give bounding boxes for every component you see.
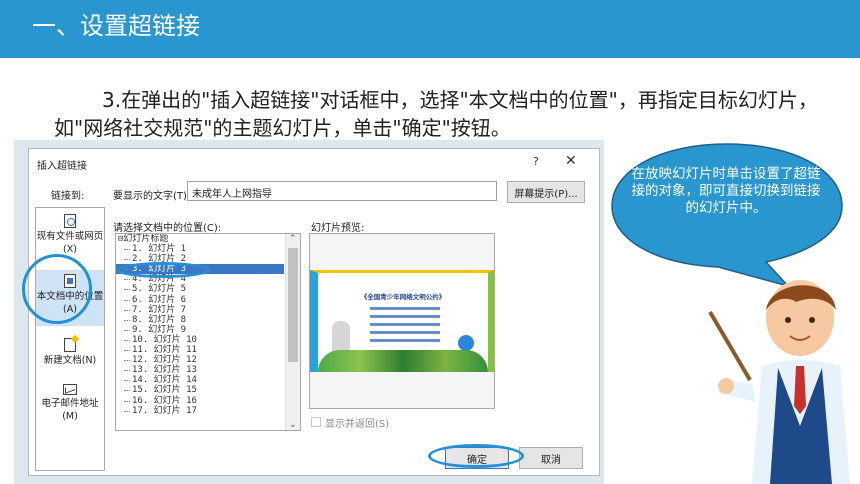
nav-item-label: 现有文件或网页(X) xyxy=(36,231,104,255)
highlight-ring-ok-button xyxy=(428,444,524,468)
scroll-down-icon[interactable]: ⌄ xyxy=(289,420,297,430)
tree-item-slide[interactable]: 9. 幻灯片 9 xyxy=(116,325,284,335)
instruction-text: 3.在弹出的"插入超链接"对话框中，选择"本文档中的位置"，再指定目标幻灯片，如… xyxy=(54,88,818,140)
new-document-icon xyxy=(64,338,76,352)
dialog-title: 插入超链接 xyxy=(37,161,87,172)
tree-scrollbar[interactable]: ⌃ ⌄ xyxy=(285,234,300,430)
scroll-up-icon[interactable]: ⌃ xyxy=(289,234,297,244)
nav-item-label: 电子邮件地址(M) xyxy=(41,398,99,422)
show-and-return-label: 显示并返回(S) xyxy=(325,419,390,430)
highlight-ring-slide-3 xyxy=(116,262,210,278)
tree-item-slide[interactable]: 1. 幻灯片 1 xyxy=(116,244,284,254)
screen-tip-button[interactable]: 屏幕提示(P)... xyxy=(507,181,585,203)
nav-item-email[interactable]: 电子邮件地址(M) xyxy=(36,384,104,423)
tree-item-slide[interactable]: 17. 幻灯片 17 xyxy=(116,406,284,416)
tree-item-slide[interactable]: 11. 幻灯片 11 xyxy=(116,345,284,355)
thumbnail-title: 《全国青少年网络文明公约》 xyxy=(360,293,446,301)
nav-item-existing-file[interactable]: 现有文件或网页(X) xyxy=(36,214,104,256)
thumbnail-trees xyxy=(318,350,488,372)
show-and-return-checkbox[interactable] xyxy=(311,417,321,427)
tree-item-slide[interactable]: 10. 幻灯片 10 xyxy=(116,335,284,345)
slide-thumbnail: 《全国青少年网络文明公约》 xyxy=(310,270,494,372)
text-to-display-label: 要显示的文字(T): xyxy=(113,191,191,202)
place-in-document-label: 请选择文档中的位置(C): xyxy=(113,223,222,234)
tree-item-slide[interactable]: 12. 幻灯片 12 xyxy=(116,355,284,365)
help-icon[interactable]: ? xyxy=(533,155,539,168)
thumbnail-text-lines xyxy=(370,307,440,347)
slide-header: 一、设置超链接 xyxy=(0,0,860,58)
close-icon[interactable]: ✕ xyxy=(565,153,577,169)
tree-root-slide-titles[interactable]: ⊟幻灯片标题 xyxy=(116,234,284,244)
teacher-illustration xyxy=(708,280,850,484)
tree-item-slide[interactable]: 16. 幻灯片 16 xyxy=(116,396,284,406)
insert-hyperlink-dialog: 插入超链接 ? ✕ 链接到: 要显示的文字(T): 未成年人上网指导 屏幕提示(… xyxy=(28,148,600,476)
link-to-label: 链接到: xyxy=(51,191,85,202)
link-to-nav: 现有文件或网页(X) 本文档中的位置(A) 新建文档(N) 电子邮件地址(M) xyxy=(35,207,105,471)
nav-item-label: 新建文档(N) xyxy=(43,355,97,366)
tree-item-slide[interactable]: 15. 幻灯片 15 xyxy=(116,385,284,395)
tree-item-slide[interactable]: 13. 幻灯片 13 xyxy=(116,365,284,375)
scroll-thumb[interactable] xyxy=(288,248,298,362)
tree-item-slide[interactable]: 14. 幻灯片 14 xyxy=(116,375,284,385)
slide-preview-label: 幻灯片预览: xyxy=(311,223,365,234)
slide-preview: 《全国青少年网络文明公约》 xyxy=(309,233,495,409)
globe-file-icon xyxy=(64,214,76,228)
tree-item-slide[interactable]: 7. 幻灯片 7 xyxy=(116,305,284,315)
slide-title: 一、设置超链接 xyxy=(32,12,200,40)
tree-items: ⊟幻灯片标题 1. 幻灯片 1 2. 幻灯片 2 3. 幻灯片 3 4. 幻灯片 45… xyxy=(116,234,284,416)
tree-item-slide[interactable]: 6. 幻灯片 6 xyxy=(116,295,284,305)
tree-item-slide[interactable]: 5. 幻灯片 5 xyxy=(116,284,284,294)
cancel-button[interactable]: 取消 xyxy=(519,447,583,469)
nav-item-new-document[interactable]: 新建文档(N) xyxy=(36,338,104,367)
tree-item-slide[interactable]: 8. 幻灯片 8 xyxy=(116,315,284,325)
email-icon xyxy=(63,384,77,395)
thumbnail-ie-logo xyxy=(458,335,474,351)
text-to-display-input[interactable]: 未成年人上网指导 xyxy=(187,181,497,201)
highlight-ring-place-in-document xyxy=(22,254,92,324)
callout-text: 在放映幻灯片时单击设置了超链接的对象，即可直接切换到链接的幻灯片中。 xyxy=(631,166,821,216)
